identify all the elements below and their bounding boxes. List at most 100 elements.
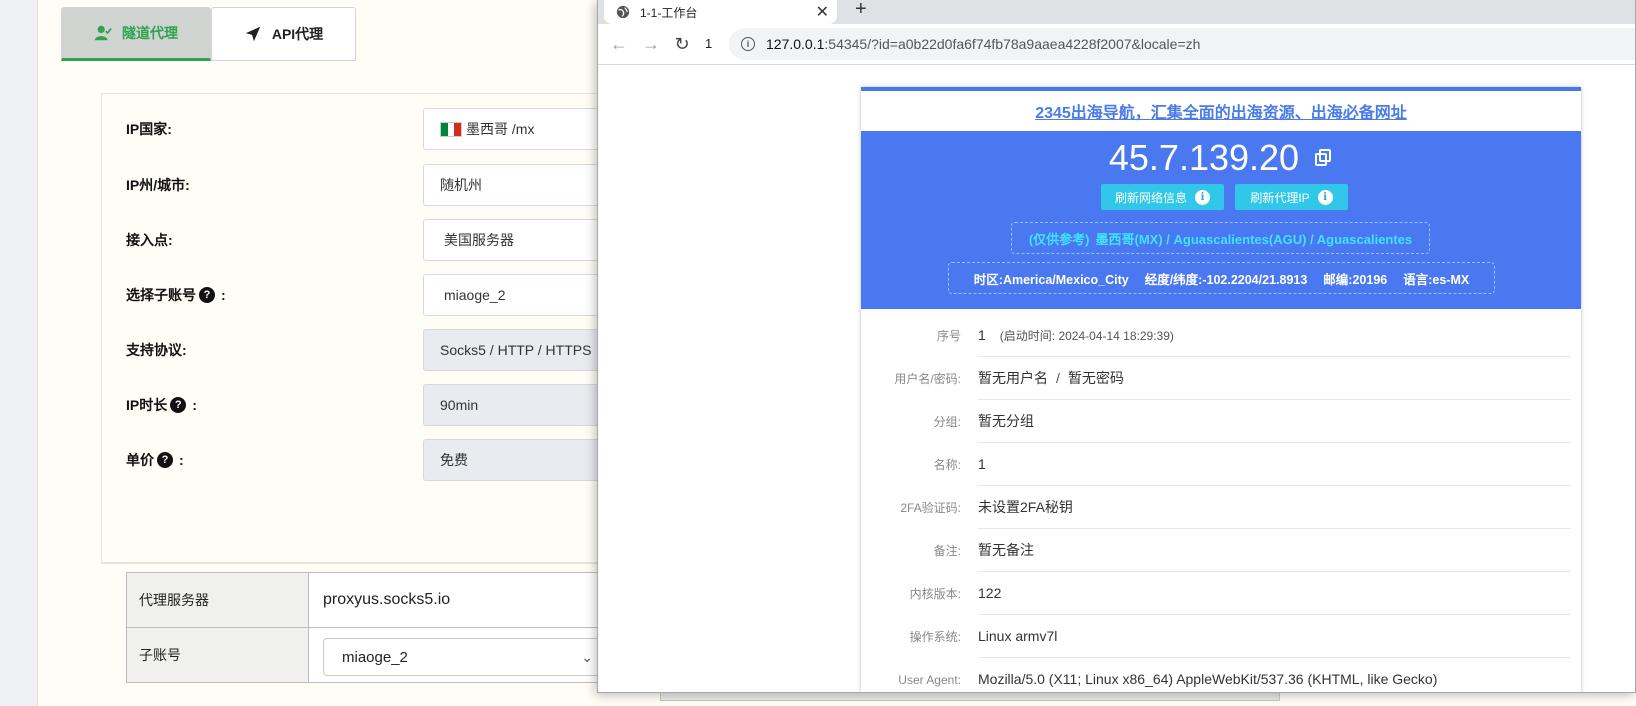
subaccount-value: miaoge_2	[444, 287, 506, 303]
user-check-icon	[94, 25, 112, 41]
account-select[interactable]: miaoge_2 ⌄	[323, 638, 604, 676]
close-icon[interactable]: ✕	[816, 2, 829, 22]
tab-api-proxy[interactable]: API代理	[211, 7, 356, 61]
timezone: 时区:America/Mexico_City	[973, 272, 1129, 287]
config-panel: IP国家: 墨西哥 /mx IP州/城市: 随机州 接入点: 美国服务器 选择子…	[101, 93, 623, 563]
server-label: 代理服务器	[127, 573, 309, 627]
credentials-value-cell: 暂无用户名 / 暂无密码	[978, 357, 1571, 400]
name-value: 1	[978, 443, 1571, 486]
subaccount-label-text: 选择子账号	[126, 287, 196, 303]
access-point-value: 美国服务器	[444, 232, 514, 248]
tab-api-label: API代理	[271, 26, 324, 42]
os-label: 操作系统:	[909, 630, 961, 644]
workspace-card: 2345出海导航，汇集全面的出海资源、出海必备网址 45.7.139.20 刷新…	[861, 87, 1581, 692]
price-value: 免费	[440, 452, 468, 468]
question-circle-icon[interactable]: ?	[157, 452, 173, 468]
duration-label-text: IP时长	[126, 397, 168, 413]
password-value: 暂无密码	[1067, 370, 1124, 386]
refresh-proxy-button[interactable]: 刷新代理IP i	[1235, 184, 1348, 210]
start-time: (启动时间: 2024-04-14 18:29:39)	[999, 328, 1174, 343]
protocol-label: 支持协议:	[126, 342, 187, 358]
server-value[interactable]: proxyus.socks5.io	[323, 573, 621, 627]
form-row-protocol: 支持协议: Socks5 / HTTP / HTTPS	[102, 329, 623, 371]
result-table: 代理服务器 proxyus.socks5.io 子账号 miaoge_2 ⌄	[101, 563, 621, 706]
duration-label-colon: :	[192, 397, 197, 413]
geo-value: 墨西哥(MX) / Aguascalientes(AGU) / Aguascal…	[1095, 231, 1413, 247]
url-rest: :54345/?id=a0b22d0fa6f74fb78a9aaea4228f2…	[824, 36, 1201, 52]
refresh-proxy-label: 刷新代理IP	[1250, 190, 1310, 205]
info-row-group: 分组: 暂无分组	[861, 400, 1581, 443]
kernel-value: 122	[978, 572, 1571, 615]
info-row-user-agent: User Agent: Mozilla/5.0 (X11; Linux x86_…	[861, 658, 1581, 692]
subaccount-label-colon: :	[221, 287, 226, 303]
state-select[interactable]: 随机州	[423, 164, 623, 206]
question-circle-icon[interactable]: ?	[170, 397, 187, 413]
info-row-2fa: 2FA验证码: 未设置2FA秘钥	[861, 486, 1581, 529]
protocol-value: Socks5 / HTTP / HTTPS	[440, 342, 592, 358]
question-circle-icon[interactable]: ?	[199, 287, 215, 303]
group-label: 分组:	[933, 415, 961, 429]
state-value: 随机州	[440, 177, 482, 193]
tab-strip: 1-1-工作台 ✕ +	[598, 0, 1635, 24]
mexico-flag-icon	[440, 121, 462, 137]
new-tab-icon[interactable]: +	[855, 0, 867, 19]
coordinates: 经度/纬度:-102.2204/21.8913	[1144, 272, 1308, 287]
note-value: 暂无备注	[978, 529, 1571, 572]
twofa-label: 2FA验证码:	[900, 501, 961, 515]
site-info-icon[interactable]: i	[741, 37, 755, 51]
ip-panel: 45.7.139.20 刷新网络信息 i 刷新代理IP i (仅供参考) 墨西哥…	[861, 131, 1581, 309]
user-agent-label: User Agent:	[898, 672, 961, 687]
postal-code: 邮编:20196	[1323, 272, 1388, 287]
user-agent-value: Mozilla/5.0 (X11; Linux x86_64) AppleWeb…	[978, 658, 1571, 692]
geo-ref: (仅供参考)	[1028, 231, 1090, 247]
name-label: 名称:	[933, 458, 961, 472]
tab-tunnel-proxy[interactable]: 隧道代理	[61, 7, 211, 61]
state-label: IP州/城市:	[126, 177, 190, 193]
form-row-country: IP国家: 墨西哥 /mx	[102, 108, 623, 150]
seq-value-cell: 1 (启动时间: 2024-04-14 18:29:39)	[978, 314, 1571, 357]
browser-tab[interactable]: 1-1-工作台 ✕	[604, 0, 837, 24]
account-label: 子账号	[127, 628, 309, 682]
copy-icon[interactable]	[1315, 149, 1333, 167]
kernel-label: 内核版本:	[909, 587, 961, 601]
price-label-text: 单价	[126, 452, 154, 468]
ip-address: 45.7.139.20	[1108, 137, 1300, 178]
send-arrow-icon	[245, 26, 261, 42]
chevron-down-icon: ⌄	[581, 649, 593, 665]
tab-count: 1	[705, 36, 713, 51]
browser-tab-title: 1-1-工作台	[640, 5, 698, 20]
back-arrow-icon[interactable]: ←	[609, 34, 629, 54]
ip-line: 45.7.139.20	[861, 137, 1581, 183]
account-value: miaoge_2	[342, 648, 408, 666]
form-row-price: 单价 ? : 免费	[102, 439, 623, 481]
username-value: 暂无用户名	[978, 370, 1048, 386]
result-row-account: 子账号 miaoge_2 ⌄	[126, 627, 621, 683]
forward-arrow-icon[interactable]: →	[641, 34, 661, 54]
url-host: 127.0.0.1	[766, 36, 825, 52]
language: 语言:es-MX	[1403, 272, 1470, 287]
duration-value: 90min	[440, 397, 479, 413]
os-value: Linux armv7l	[978, 615, 1571, 658]
credentials-separator: /	[1056, 370, 1060, 386]
background-window-edge	[660, 693, 1280, 701]
left-gutter	[0, 0, 38, 706]
info-row-note: 备注: 暂无备注	[861, 529, 1581, 572]
group-value: 暂无分组	[978, 400, 1571, 443]
meta-box: 时区:America/Mexico_City 经度/纬度:-102.2204/2…	[948, 262, 1495, 294]
geo-box: (仅供参考) 墨西哥(MX) / Aguascalientes(AGU) / A…	[1011, 222, 1430, 254]
tab-tunnel-label: 隧道代理	[122, 25, 178, 41]
info-row-kernel: 内核版本: 122	[861, 572, 1581, 615]
refresh-network-button[interactable]: 刷新网络信息 i	[1101, 184, 1224, 210]
info-row-credentials: 用户名/密码: 暂无用户名 / 暂无密码	[861, 357, 1581, 400]
country-value: 墨西哥 /mx	[466, 121, 535, 137]
reload-icon[interactable]: ↻	[672, 34, 692, 54]
protocol-field: Socks5 / HTTP / HTTPS	[423, 329, 623, 371]
result-row-server: 代理服务器 proxyus.socks5.io	[126, 572, 621, 628]
subaccount-label: 选择子账号 ? :	[126, 274, 226, 316]
access-point-select[interactable]: 美国服务器	[423, 219, 623, 261]
subaccount-select[interactable]: miaoge_2	[423, 274, 623, 316]
address-bar[interactable]: i 127.0.0.1 :54345/?id=a0b22d0fa6f74fb78…	[729, 28, 1635, 60]
country-select[interactable]: 墨西哥 /mx	[423, 108, 623, 150]
nav-link[interactable]: 2345出海导航，汇集全面的出海资源、出海必备网址	[861, 91, 1581, 131]
price-label: 单价 ? :	[126, 439, 184, 481]
